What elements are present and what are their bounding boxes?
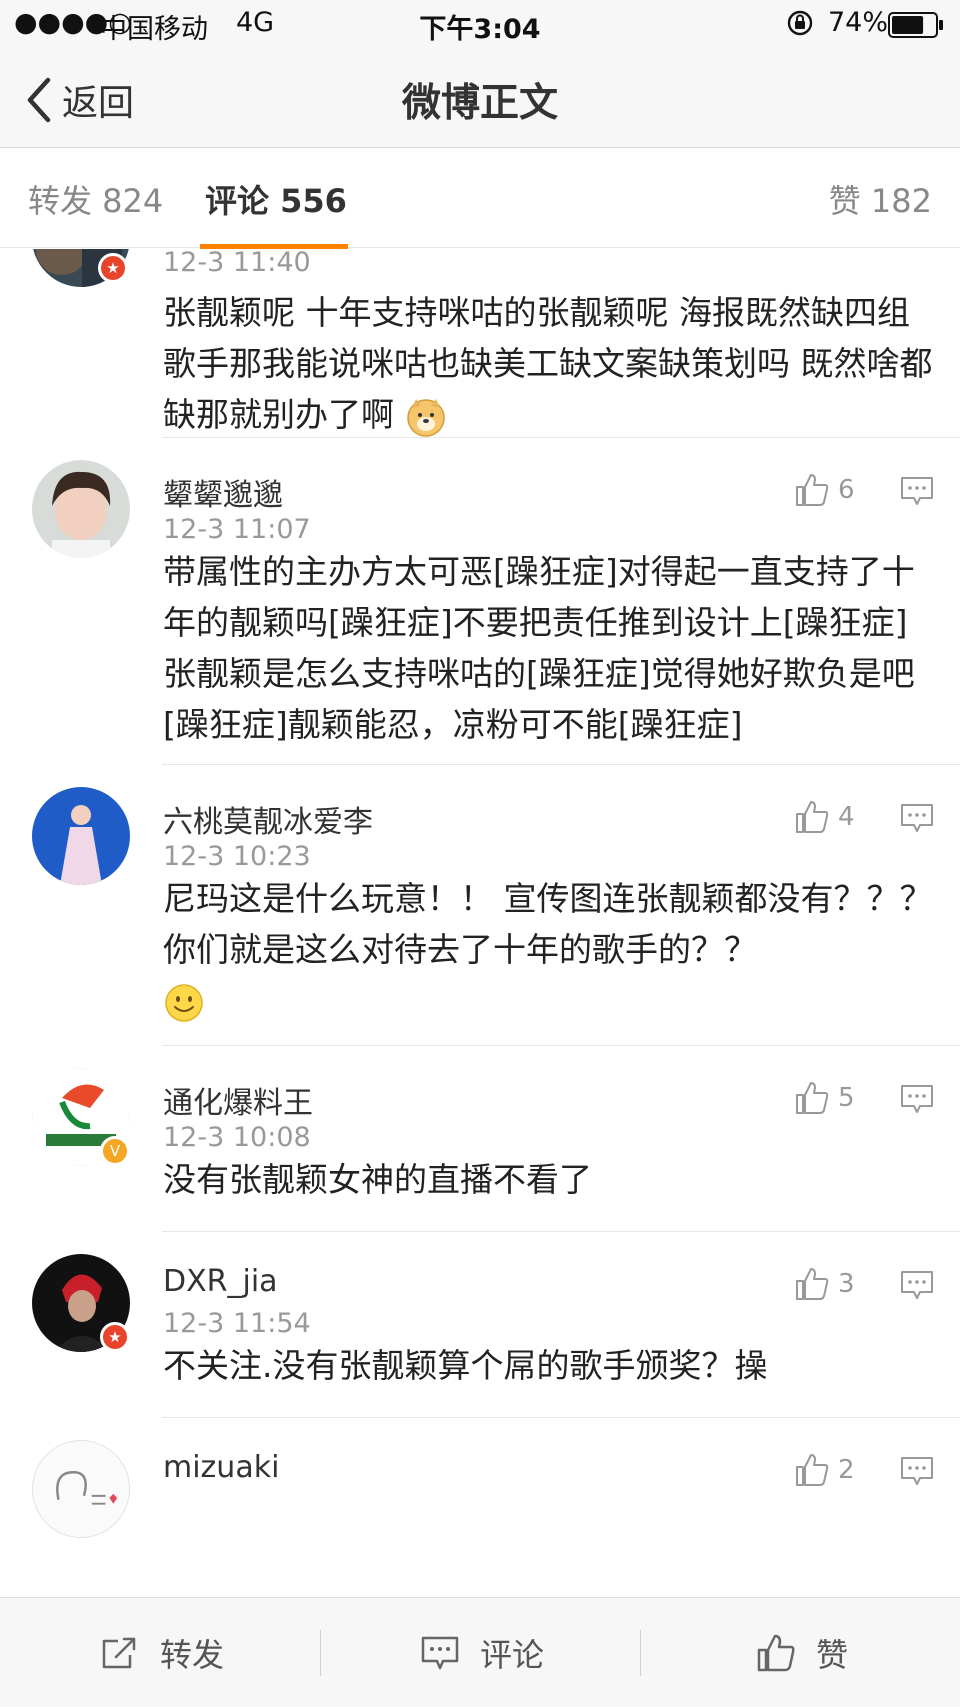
thumbs-up-icon [796, 1082, 829, 1114]
like-button[interactable]: 2 [794, 1452, 855, 1488]
comment-item: ★ 12-3 11:40 张靓颖呢 十年支持咪咕的张靓颖呢 海报既然缺四组歌手那… [0, 249, 960, 438]
comment-time: 12-3 11:07 [163, 514, 311, 545]
like-count: 2 [838, 1455, 855, 1485]
thumbs-up-icon [796, 801, 829, 833]
comment-text: 尼玛这是什么玩意！！ 宣传图连张靓颖都没有？？？ 你们就是这么对待去了十年的歌手… [163, 873, 933, 1026]
avatar[interactable] [32, 787, 130, 885]
comment-text-content: 张靓颖呢 十年支持咪咕的张靓颖呢 海报既然缺四组歌手那我能说咪咕也缺美工缺文案缺… [163, 293, 933, 434]
comment-label: 评论 [480, 1636, 545, 1674]
like-count: 5 [838, 1083, 855, 1113]
comment-item: V 通化爆料王 12-3 10:08 5 没有张靓颖女神的直播不看了 [0, 1046, 960, 1232]
toolbar-divider [320, 1630, 321, 1676]
comment-item: 六桃莫靓冰爱李 12-3 10:23 4 尼玛这是什么玩意！！ 宣传图连张靓颖都… [0, 765, 960, 1046]
comment-text: 张靓颖呢 十年支持咪咕的张靓颖呢 海报既然缺四组歌手那我能说咪咕也缺美工缺文案缺… [163, 287, 933, 440]
thumbs-up-icon [796, 1268, 829, 1300]
thumbs-up-icon [796, 1454, 829, 1486]
like-label: 赞 [816, 1636, 849, 1674]
bottom-toolbar: 转发 评论 赞 [0, 1597, 960, 1707]
comment-bubble-icon[interactable] [900, 476, 934, 506]
battery-percent: 74% [828, 7, 889, 38]
like-button[interactable]: 6 [794, 472, 855, 508]
comment-author[interactable]: mizuaki [163, 1450, 279, 1485]
avatar[interactable] [32, 460, 130, 558]
battery-icon [888, 12, 943, 38]
verified-badge: V [100, 1136, 130, 1166]
comment-text: 没有张靓颖女神的直播不看了 [163, 1160, 592, 1199]
like-button[interactable]: 5 [794, 1080, 855, 1116]
comment-item: 颦颦邈邈 12-3 11:07 6 带属性的主办方太可恶[躁狂症]对得起一直支持… [0, 438, 960, 765]
comment-author[interactable]: 颦颦邈邈 [163, 470, 283, 514]
comment-bubble-icon [421, 1636, 459, 1670]
status-time: 下午3:04 [419, 14, 541, 45]
comment-time: 12-3 11:40 [163, 249, 311, 278]
verified-badge: ★ [100, 1322, 130, 1352]
smile-emoji [165, 983, 203, 1022]
comment-time: 12-3 10:08 [163, 1122, 311, 1153]
thumbs-up-icon [796, 474, 829, 506]
like-count: 6 [838, 475, 855, 505]
comment-author[interactable]: 六桃莫靓冰爱李 [163, 797, 373, 841]
toolbar-divider [640, 1630, 641, 1676]
comment-text: 不关注.没有张靓颖算个屌的歌手颁奖？操 [163, 1346, 768, 1385]
tab-like[interactable]: 赞 182 [829, 176, 932, 222]
like-button[interactable]: 4 [794, 799, 855, 835]
comment-time: 12-3 10:23 [163, 841, 311, 872]
orientation-lock-icon [787, 10, 813, 36]
comment-bubble-icon[interactable] [900, 803, 934, 833]
share-icon [102, 1637, 136, 1669]
comment-list[interactable]: ★ 12-3 11:40 张靓颖呢 十年支持咪咕的张靓颖呢 海报既然缺四组歌手那… [0, 249, 960, 1597]
like-count: 3 [838, 1269, 855, 1299]
tab-repost[interactable]: 转发 824 [28, 176, 163, 222]
tab-bar: 转发 824 评论 556 赞 182 [0, 148, 960, 249]
tab-comment[interactable]: 评论 556 [205, 176, 347, 222]
like-post-button[interactable]: 赞 [756, 1598, 848, 1708]
repost-button[interactable]: 转发 [100, 1598, 224, 1708]
comment-bubble-icon[interactable] [900, 1084, 934, 1114]
repost-label: 转发 [160, 1636, 225, 1674]
like-count: 4 [838, 802, 855, 832]
comment-item: mizuaki 2 [0, 1418, 960, 1597]
status-bar: ●●●●○ 中国移动 4G 下午3:04 74% [0, 0, 960, 48]
doge-emoji [406, 398, 445, 437]
verified-badge: ★ [98, 253, 128, 283]
thumbs-up-icon [757, 1634, 795, 1672]
top-bar: ●●●●○ 中国移动 4G 下午3:04 74% 返回 微博正文 [0, 0, 960, 148]
comment-text-content: 尼玛这是什么玩意！！ 宣传图连张靓颖都没有？？？ 你们就是这么对待去了十年的歌手… [163, 879, 933, 969]
page-title: 微博正文 [401, 81, 558, 126]
comment-text: 带属性的主办方太可恶[躁狂症]对得起一直支持了十年的靓颖吗[躁狂症]不要把责任推… [163, 552, 915, 744]
comment-item: ★ DXR_jia 12-3 11:54 3 不关注.没有张靓颖算个屌的歌手颁奖… [0, 1232, 960, 1418]
comment-bubble-icon[interactable] [900, 1270, 934, 1300]
comment-bubble-icon[interactable] [900, 1456, 934, 1486]
navigation-bar: 返回 微博正文 [0, 60, 960, 140]
comment-button[interactable]: 评论 [420, 1598, 544, 1708]
avatar[interactable] [32, 1440, 130, 1538]
comment-time: 12-3 11:54 [163, 1308, 311, 1339]
comment-author[interactable]: DXR_jia [163, 1264, 278, 1299]
comment-author[interactable]: 通化爆料王 [163, 1078, 313, 1122]
like-button[interactable]: 3 [794, 1266, 855, 1302]
